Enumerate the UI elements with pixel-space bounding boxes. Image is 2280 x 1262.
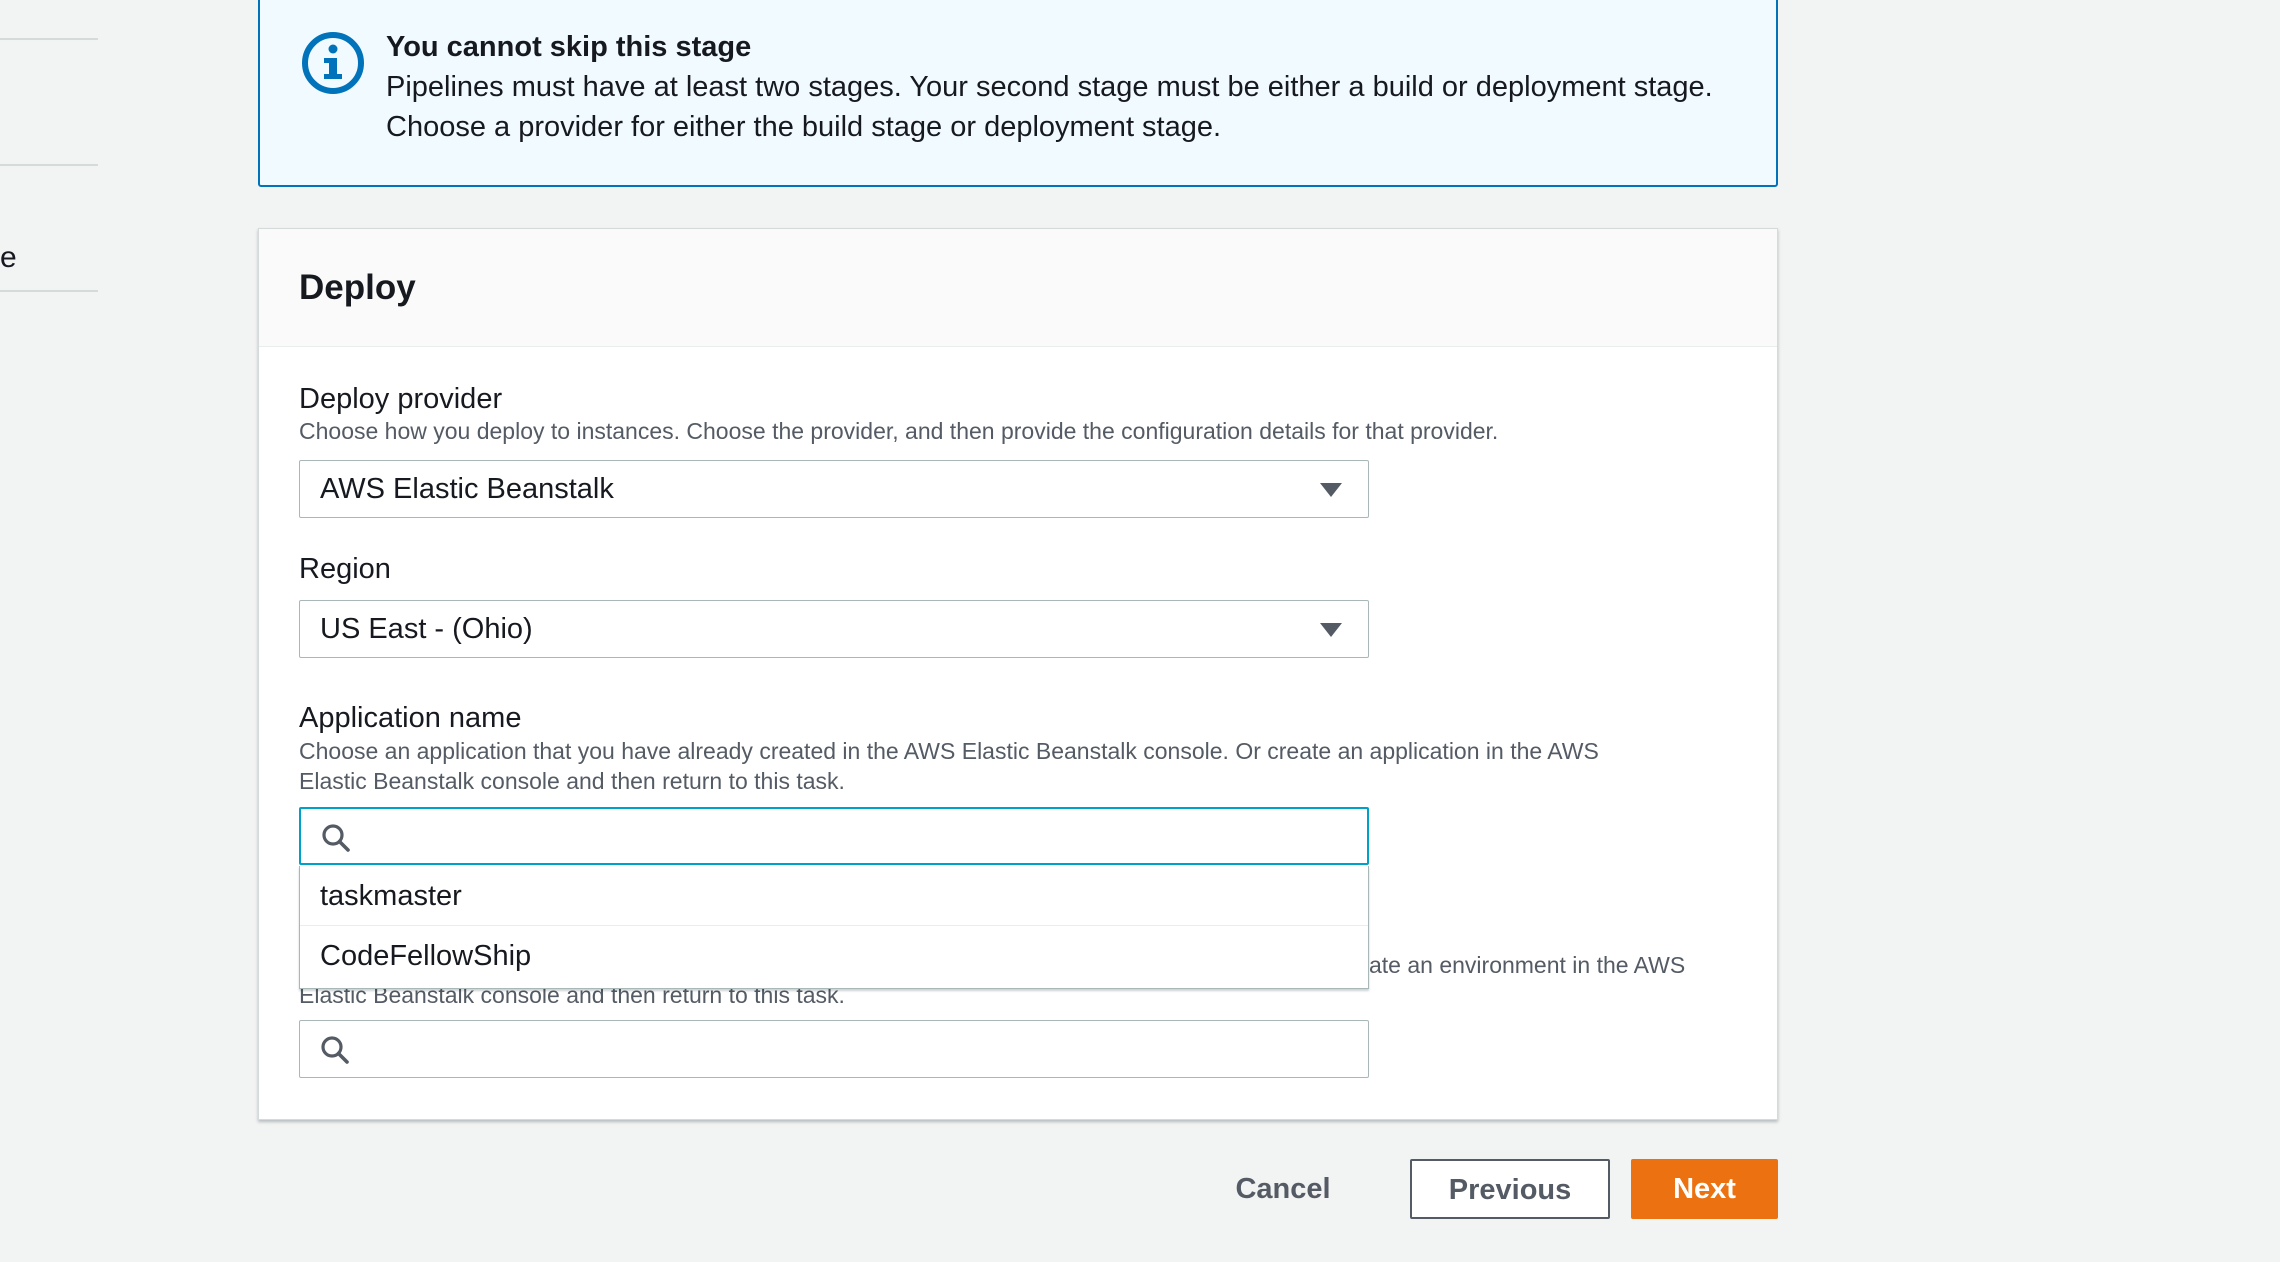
region-select[interactable]: US East - (Ohio) [299,600,1369,658]
cancel-button[interactable]: Cancel [1210,1159,1356,1219]
dropdown-option[interactable]: taskmaster [300,866,1368,926]
application-name-input[interactable] [365,809,1345,863]
page: e You cannot skip this stage Pipelines m… [0,0,2280,1262]
environment-name-input[interactable] [364,1021,1344,1077]
environment-name-description-tail: ate an environment in the AWS [1369,952,1686,978]
alert-body-line: Choose a provider for either the build s… [386,111,1222,143]
panel-header: Deploy [259,229,1777,347]
dropdown-option[interactable]: CodeFellowShip [300,926,1368,986]
search-icon [321,1036,349,1064]
description-line: Choose an application that you have alre… [299,738,1599,764]
deploy-provider-description: Choose how you deploy to instances. Choo… [299,418,1499,444]
search-icon [322,824,350,852]
caret-down-icon [1320,483,1342,497]
deploy-provider-value: AWS Elastic Beanstalk [320,473,614,505]
alert-body-line: Pipelines must have at least two stages.… [386,71,1713,103]
application-name-dropdown: taskmaster CodeFellowShip [299,866,1369,989]
info-alert: You cannot skip this stage Pipelines mus… [258,0,1778,187]
next-button[interactable]: Next [1631,1159,1778,1219]
alert-body: Pipelines must have at least two stages.… [386,67,1766,147]
previous-button[interactable]: Previous [1410,1159,1610,1219]
description-line: Elastic Beanstalk console and then retur… [299,768,845,794]
region-value: US East - (Ohio) [320,613,533,645]
sidebar-divider [0,290,98,292]
sidebar-item-label[interactable]: e [0,238,17,278]
sidebar-divider [0,38,98,40]
panel-title: Deploy [299,268,416,307]
alert-title: You cannot skip this stage [386,31,752,63]
deploy-provider-label: Deploy provider [299,383,503,415]
application-name-label: Application name [299,702,522,734]
deploy-provider-select[interactable]: AWS Elastic Beanstalk [299,460,1369,518]
environment-name-search[interactable] [299,1020,1369,1078]
caret-down-icon [1320,623,1342,637]
sidebar-divider [0,164,98,166]
application-name-description: Choose an application that you have alre… [299,736,1599,796]
application-name-search[interactable] [299,807,1369,865]
deploy-panel: Deploy Deploy provider Choose how you de… [258,228,1778,1120]
info-icon [302,32,364,94]
region-label: Region [299,553,391,585]
